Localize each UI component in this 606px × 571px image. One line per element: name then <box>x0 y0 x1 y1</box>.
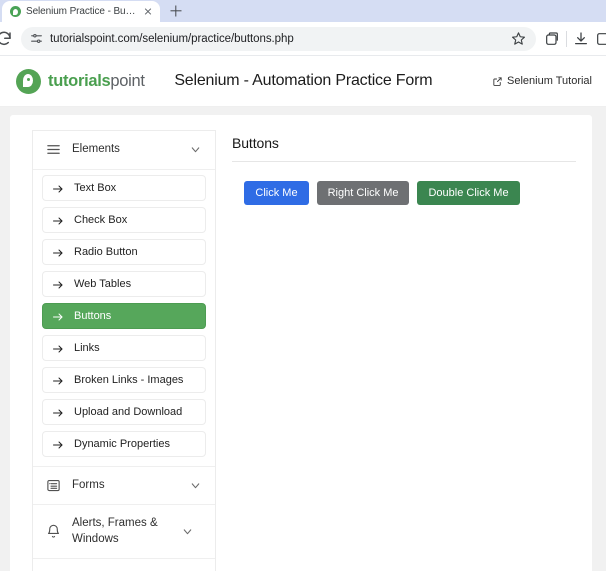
sidebar-item-radio-button[interactable]: Radio Button <box>42 239 206 265</box>
extensions-icon[interactable] <box>595 31 606 47</box>
page-title: Selenium - Automation Practice Form <box>145 72 492 90</box>
arrow-right-icon <box>52 438 64 450</box>
browser-window: Selenium Practice - Buttons tutorialspoi… <box>0 0 606 571</box>
sidebar-elements-items: Text Box Check Box <box>33 170 215 466</box>
brand-part-one: tutorials <box>48 72 110 90</box>
bell-icon <box>46 524 61 539</box>
right-click-me-button[interactable]: Right Click Me <box>317 181 410 205</box>
click-me-button[interactable]: Click Me <box>244 181 308 205</box>
sidebar-group-forms[interactable]: Forms <box>33 466 215 506</box>
sidebar-item-buttons[interactable]: Buttons <box>42 303 206 329</box>
sidebar-item-web-tables[interactable]: Web Tables <box>42 271 206 297</box>
arrow-right-icon <box>52 182 64 194</box>
sidebar-group-label: Alerts, Frames & Windows <box>72 516 170 547</box>
sidebar-item-check-box[interactable]: Check Box <box>42 207 206 233</box>
arrow-right-icon <box>52 246 64 258</box>
sidebar-item-label: Links <box>74 342 100 354</box>
page-viewport: tutorialspoint Selenium - Automation Pra… <box>0 56 606 571</box>
sidebar-item-upload-and-download[interactable]: Upload and Download <box>42 399 206 425</box>
site-settings-icon[interactable] <box>30 32 43 45</box>
bookmark-star-icon[interactable] <box>511 31 526 46</box>
tab-strip: Selenium Practice - Buttons <box>0 0 606 22</box>
browser-toolbar: tutorialspoint.com/selenium/practice/but… <box>0 22 606 56</box>
sidebar-item-label: Text Box <box>74 182 116 194</box>
button-row: Click Me Right Click Me Double Click Me <box>232 181 576 205</box>
sidebar-group-elements[interactable]: Elements <box>33 131 215 170</box>
arrow-right-icon <box>52 374 64 386</box>
sidebar-item-label: Upload and Download <box>74 406 182 418</box>
download-icon[interactable] <box>573 31 589 47</box>
sidebar-item-label: Web Tables <box>74 278 131 290</box>
hamburger-icon <box>46 142 61 157</box>
heading-divider <box>232 161 576 162</box>
sidebar-item-label: Broken Links - Images <box>74 374 183 386</box>
sidebar-item-label: Check Box <box>74 214 127 226</box>
url-text[interactable]: tutorialspoint.com/selenium/practice/but… <box>50 33 504 45</box>
selenium-tutorial-link[interactable]: Selenium Tutorial <box>492 75 592 87</box>
selenium-tutorial-label: Selenium Tutorial <box>507 75 592 87</box>
sidebar-item-label: Buttons <box>74 310 111 322</box>
sidebar-item-dynamic-properties[interactable]: Dynamic Properties <box>42 431 206 457</box>
sidebar-group-alerts-frames-windows[interactable]: Alerts, Frames & Windows <box>33 505 215 559</box>
arrow-right-icon <box>52 310 64 322</box>
tutorialspoint-favicon-icon <box>10 6 21 17</box>
chevron-down-icon[interactable] <box>189 143 202 156</box>
sidebar-group-label: Forms <box>72 478 178 494</box>
site-header: tutorialspoint Selenium - Automation Pra… <box>0 56 606 107</box>
browser-tab[interactable]: Selenium Practice - Buttons <box>2 1 160 22</box>
sidebar-item-links[interactable]: Links <box>42 335 206 361</box>
main-content: Buttons Click Me Right Click Me Double C… <box>216 115 592 571</box>
brand-wordmark: tutorialspoint <box>48 72 145 91</box>
reload-icon[interactable] <box>0 30 13 48</box>
new-tab-icon[interactable] <box>166 1 186 21</box>
sidebar-group-label: Elements <box>72 142 178 158</box>
arrow-right-icon <box>52 406 64 418</box>
external-link-icon <box>492 76 503 87</box>
arrow-right-icon <box>52 214 64 226</box>
section-heading: Buttons <box>232 135 576 151</box>
double-click-me-button[interactable]: Double Click Me <box>417 181 519 205</box>
sidebar-item-label: Radio Button <box>74 246 138 258</box>
sidebar-group-widgets[interactable]: Widgets <box>33 559 215 571</box>
sidebar-item-text-box[interactable]: Text Box <box>42 175 206 201</box>
address-bar[interactable]: tutorialspoint.com/selenium/practice/but… <box>21 27 536 51</box>
close-icon[interactable] <box>141 5 154 18</box>
chevron-down-icon[interactable] <box>189 479 202 492</box>
brand-part-two: point <box>110 72 144 90</box>
tutorialspoint-logo-icon <box>16 69 41 94</box>
content-card: Elements Text Box <box>10 115 592 571</box>
tab-group-icon[interactable] <box>544 31 560 47</box>
site-logo[interactable]: tutorialspoint <box>16 69 145 94</box>
sidebar-item-broken-links-images[interactable]: Broken Links - Images <box>42 367 206 393</box>
arrow-right-icon <box>52 278 64 290</box>
toolbar-divider <box>566 31 567 47</box>
chevron-down-icon[interactable] <box>181 525 194 538</box>
list-icon <box>46 478 61 493</box>
sidebar-item-label: Dynamic Properties <box>74 438 170 450</box>
arrow-right-icon <box>52 342 64 354</box>
tab-title: Selenium Practice - Buttons <box>26 6 136 17</box>
sidebar: Elements Text Box <box>32 130 216 571</box>
